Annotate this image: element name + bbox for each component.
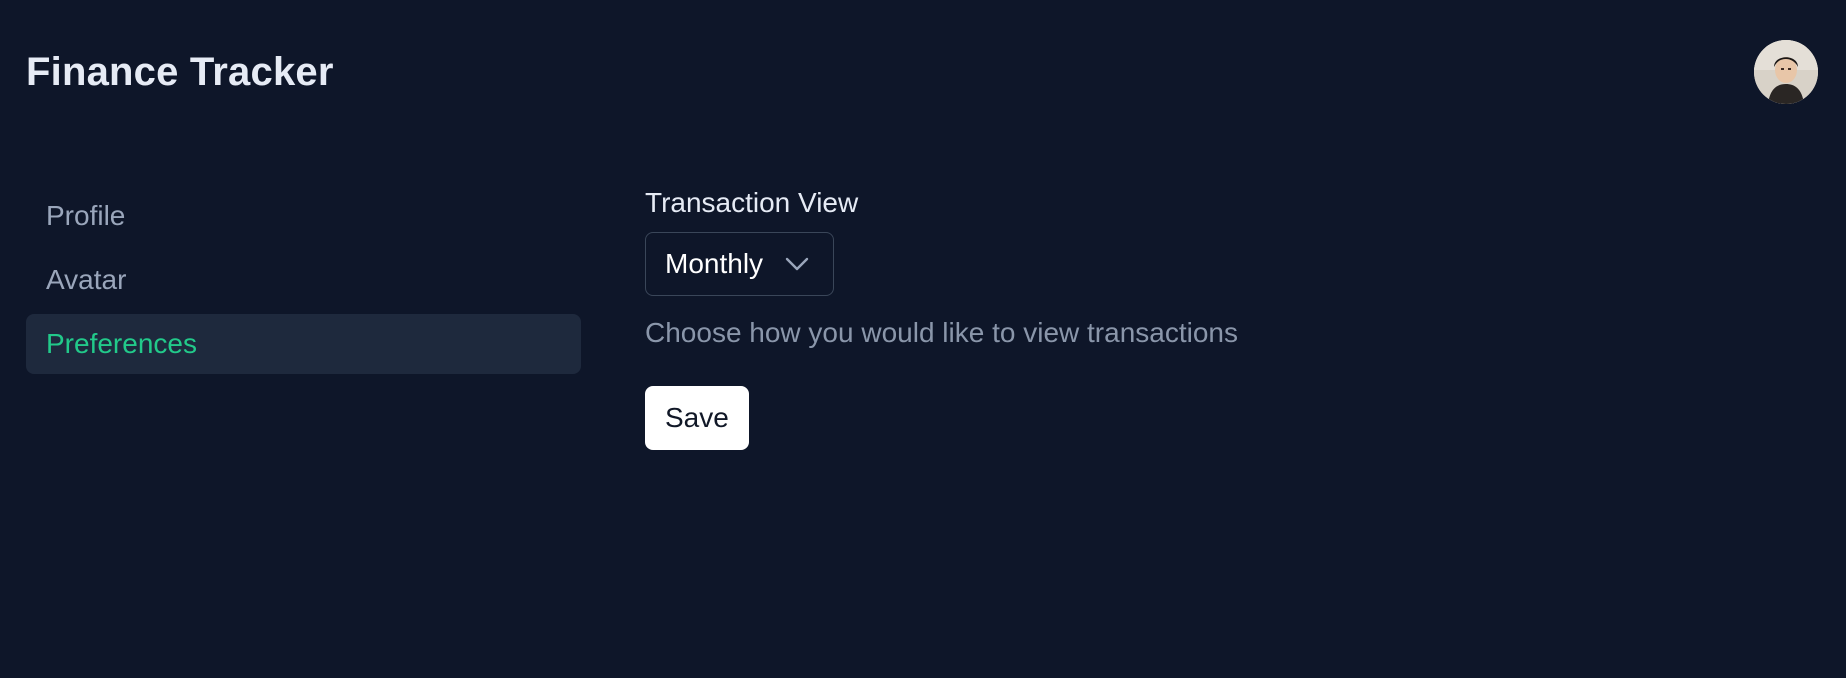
avatar[interactable]: [1754, 40, 1818, 104]
sidebar-item-preferences[interactable]: Preferences: [26, 314, 581, 374]
user-avatar-icon: [1754, 40, 1818, 104]
transaction-view-label: Transaction View: [645, 187, 859, 218]
save-button[interactable]: Save: [645, 386, 749, 450]
preferences-panel: Transaction View Monthly Choose how you …: [645, 186, 1645, 450]
transaction-view-help-text: Choose how you would like to view transa…: [645, 317, 1238, 348]
sidebar-item-profile[interactable]: Profile: [26, 186, 581, 246]
chevron-down-icon: [785, 257, 809, 271]
app-header: Finance Tracker: [0, 0, 1846, 144]
transaction-view-selected-value: Monthly: [665, 248, 764, 279]
sidebar-item-avatar[interactable]: Avatar: [26, 250, 581, 310]
settings-sidebar: Profile Avatar Preferences: [26, 186, 581, 378]
transaction-view-select[interactable]: Monthly: [645, 232, 835, 296]
app-title: Finance Tracker: [26, 50, 334, 94]
